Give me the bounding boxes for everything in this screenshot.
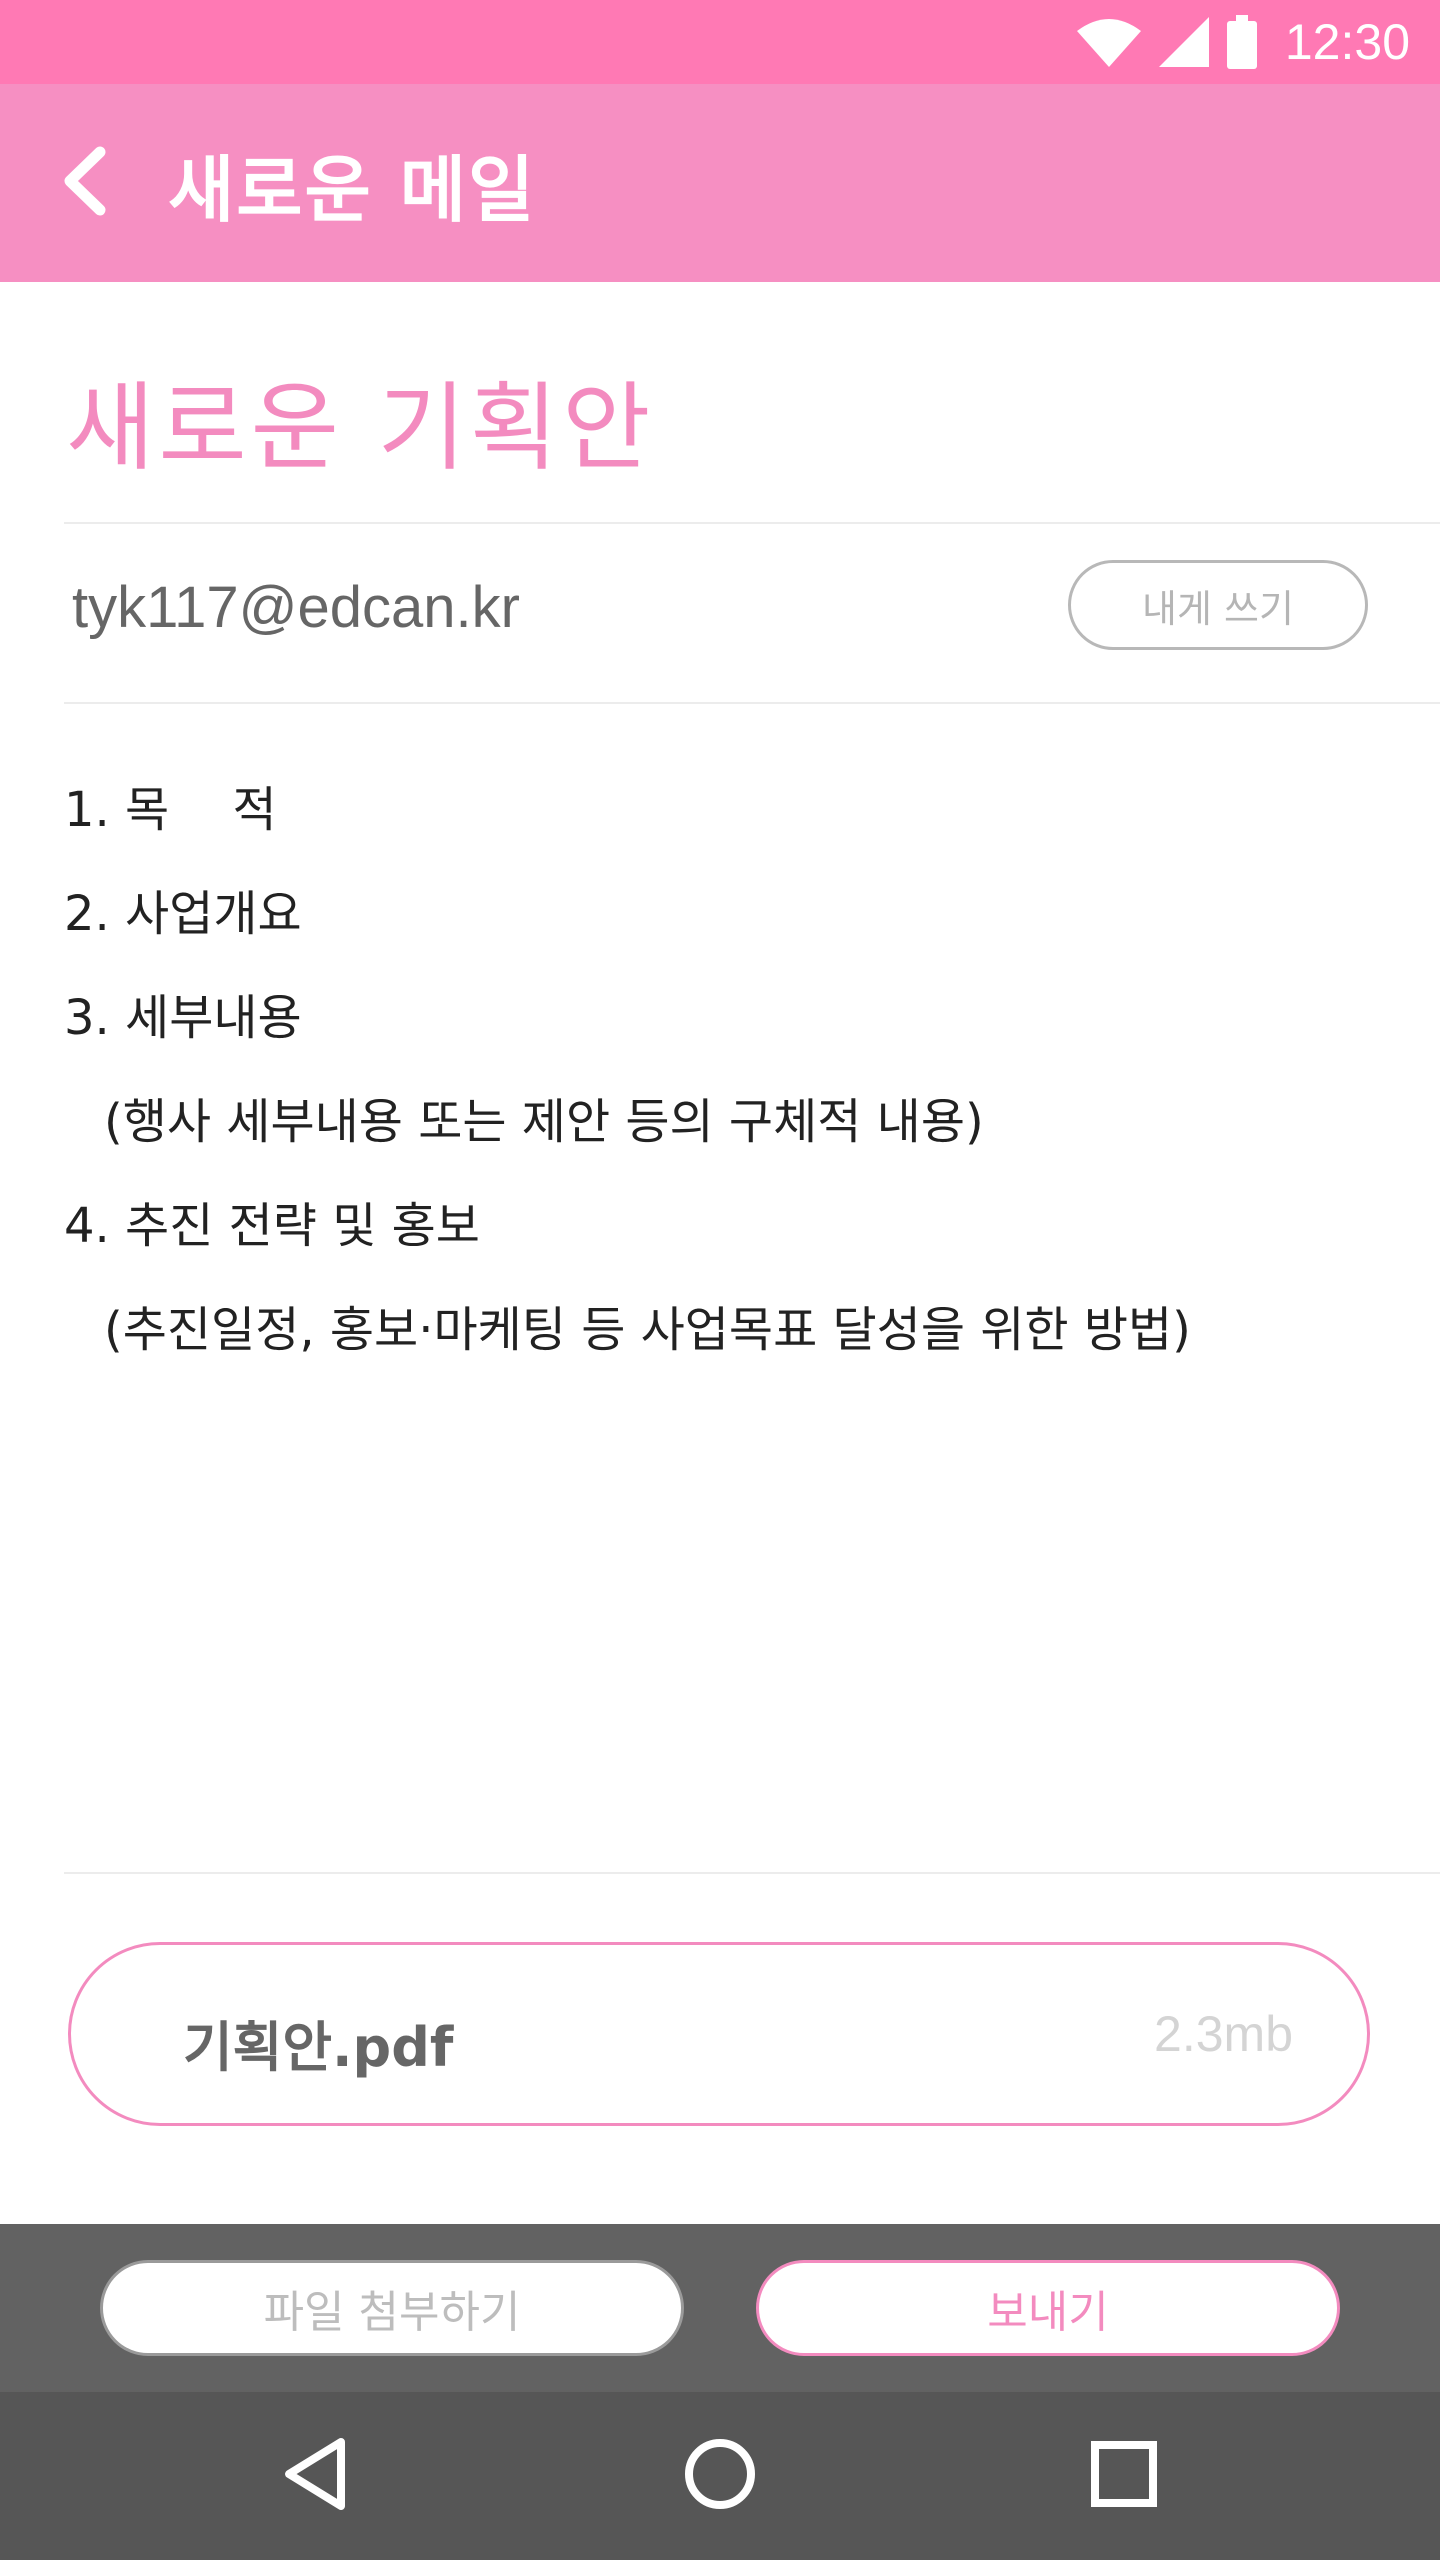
write-to-self-button[interactable]: 내게 쓰기	[1068, 560, 1368, 650]
divider	[64, 1872, 1440, 1874]
recipient-field[interactable]: tyk117@edcan.kr	[72, 574, 520, 641]
body-line: (행사 세부내용 또는 제안 등의 구체적 내용)	[104, 1094, 984, 1150]
send-button[interactable]: 보내기	[756, 2260, 1340, 2356]
back-button[interactable]	[60, 133, 160, 233]
chevron-left-icon	[60, 146, 110, 220]
body-line: (추진일정, 홍보·마케팅 등 사업목표 달성을 위한 방법)	[104, 1302, 1191, 1358]
navigation-bar	[0, 2392, 1440, 2560]
attachment-size: 2.3mb	[1154, 2006, 1293, 2062]
battery-icon	[1226, 15, 1257, 69]
body-line: 3. 세부내용	[64, 990, 302, 1046]
nav-back-button[interactable]	[266, 2426, 366, 2526]
subject-field[interactable]: 새로운 기획안	[66, 350, 654, 489]
body-line: 4. 추진 전략 및 홍보	[64, 1198, 480, 1254]
home-circle-icon	[682, 2436, 758, 2516]
body-line: 1. 목 적	[64, 782, 277, 838]
app-bar: 새로운 메일	[0, 84, 1440, 282]
action-bar: 파일 첨부하기 보내기	[0, 2224, 1440, 2392]
status-time: 12:30	[1284, 14, 1410, 70]
attachment-name: 기획안.pdf	[183, 2016, 454, 2079]
app-title: 새로운 메일	[168, 147, 537, 232]
recents-square-icon	[1089, 2439, 1159, 2513]
wifi-icon	[1076, 17, 1141, 67]
attachment-chip[interactable]: 기획안.pdf 2.3mb	[68, 1942, 1370, 2126]
divider	[64, 702, 1440, 704]
recipient-row: tyk117@edcan.kr 내게 쓰기	[64, 524, 1440, 702]
attach-file-button[interactable]: 파일 첨부하기	[100, 2260, 684, 2356]
body-line: 2. 사업개요	[64, 886, 302, 942]
status-bar: 12:30	[0, 0, 1440, 84]
nav-recents-button[interactable]	[1074, 2426, 1174, 2526]
back-triangle-icon	[281, 2436, 351, 2516]
nav-home-button[interactable]	[670, 2426, 770, 2526]
signal-icon	[1158, 17, 1209, 67]
